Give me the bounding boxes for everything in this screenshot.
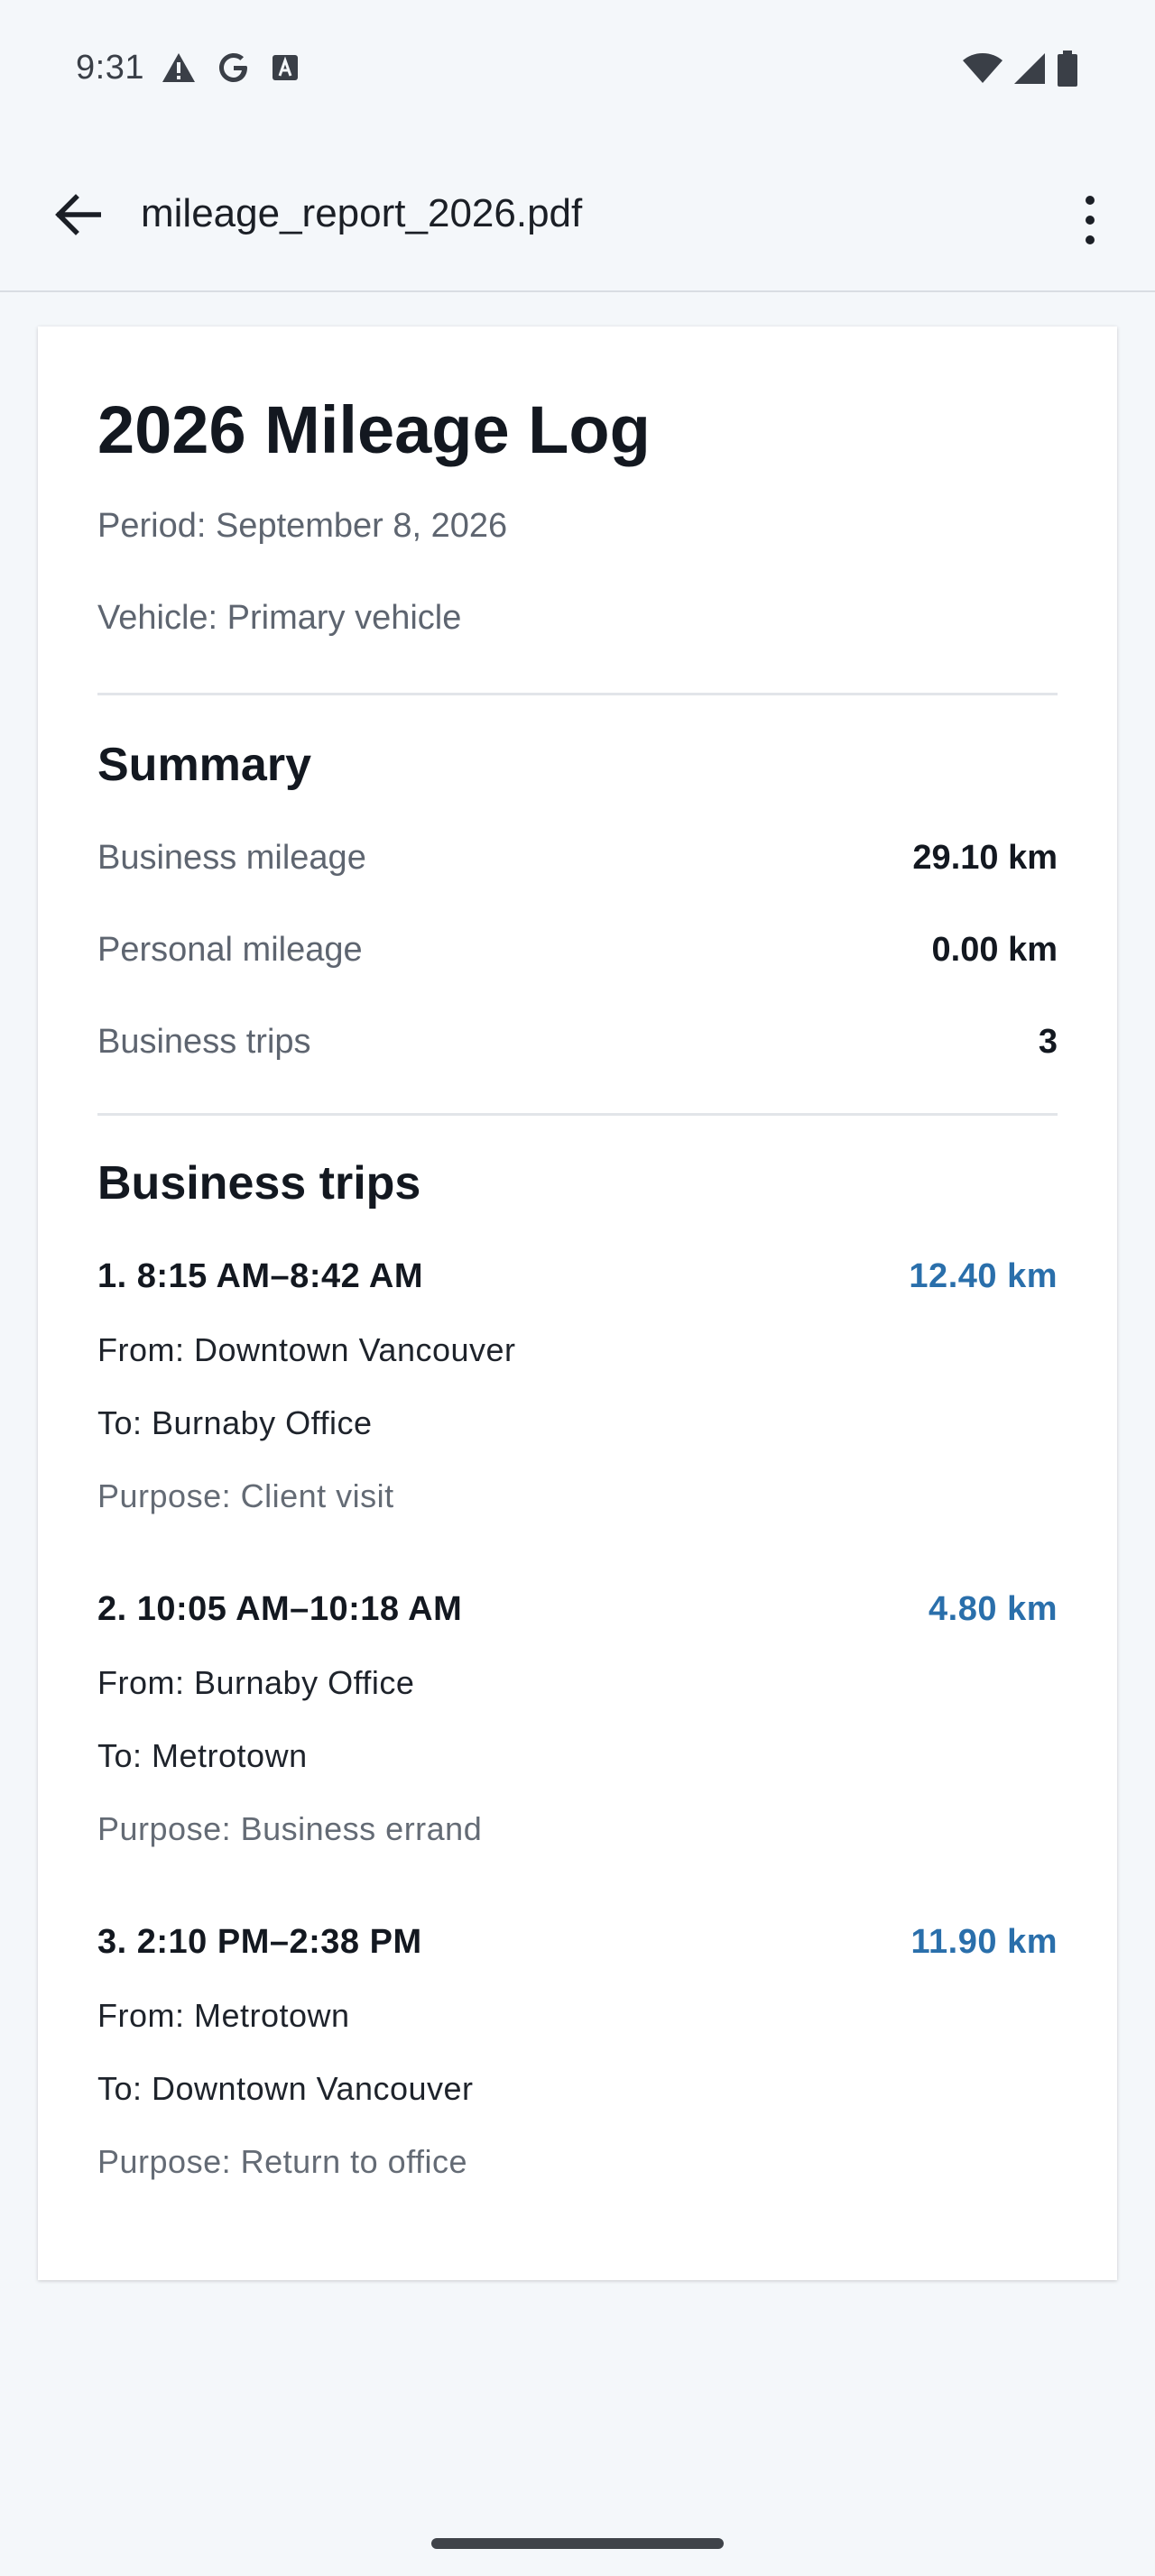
summary-value: 29.10 km (912, 839, 1058, 877)
trip-to: To: Burnaby Office (97, 1404, 373, 1441)
business-trips-heading: Business trips (97, 1157, 421, 1210)
trip-distance: 11.90 km (910, 1923, 1058, 1961)
period-text: Period: September 8, 2026 (97, 507, 508, 545)
alert-icon (161, 51, 197, 88)
file-name-title: mileage_report_2026.pdf (141, 191, 583, 235)
trip-purpose: Purpose: Return to office (97, 2143, 468, 2180)
trip-purpose: Purpose: Business errand (97, 1810, 483, 1847)
google-icon (217, 51, 251, 89)
summary-label: Personal mileage (97, 931, 363, 969)
trip-from: From: Burnaby Office (97, 1664, 415, 1701)
font-icon (271, 53, 300, 87)
signal-icon (1012, 52, 1047, 89)
back-button[interactable] (43, 180, 112, 249)
pdf-page[interactable]: 2026 Mileage Log Period: September 8, 20… (38, 327, 1117, 2280)
trip-time: 1. 8:15 AM–8:42 AM (97, 1257, 423, 1295)
status-notification-icons (161, 51, 300, 89)
more-vertical-icon (1086, 196, 1095, 205)
summary-label: Business mileage (97, 839, 366, 877)
trip-distance: 4.80 km (929, 1590, 1058, 1628)
divider (97, 693, 1058, 695)
more-options-button[interactable] (1072, 186, 1108, 254)
status-bar: 9:31 (0, 0, 1155, 141)
trip-time: 3. 2:10 PM–2:38 PM (97, 1923, 422, 1961)
summary-value: 0.00 km (931, 931, 1058, 969)
status-system-icons (962, 51, 1079, 91)
status-time: 9:31 (76, 49, 144, 87)
home-indicator[interactable] (431, 2538, 724, 2549)
arrow-left-icon (55, 194, 101, 235)
trip-distance: 12.40 km (909, 1257, 1058, 1295)
summary-row-personal-mileage: Personal mileage 0.00 km (97, 931, 1058, 970)
trip-from: From: Metrotown (97, 1997, 350, 2034)
trip-purpose: Purpose: Client visit (97, 1477, 394, 1514)
summary-heading: Summary (97, 739, 311, 791)
app-bar: mileage_report_2026.pdf (0, 141, 1155, 292)
trip-to: To: Downtown Vancouver (97, 2070, 474, 2107)
summary-row-business-mileage: Business mileage 29.10 km (97, 839, 1058, 878)
summary-row-business-trips: Business trips 3 (97, 1023, 1058, 1062)
summary-value: 3 (1038, 1023, 1058, 1061)
vehicle-text: Vehicle: Primary vehicle (97, 599, 462, 637)
trip-from: From: Downtown Vancouver (97, 1331, 516, 1368)
summary-label: Business trips (97, 1023, 311, 1061)
battery-icon (1056, 51, 1079, 91)
document-title: 2026 Mileage Log (97, 392, 651, 467)
trip-time: 2. 10:05 AM–10:18 AM (97, 1590, 463, 1628)
divider (97, 1113, 1058, 1116)
trip-to: To: Metrotown (97, 1737, 308, 1774)
wifi-icon (962, 52, 1003, 89)
